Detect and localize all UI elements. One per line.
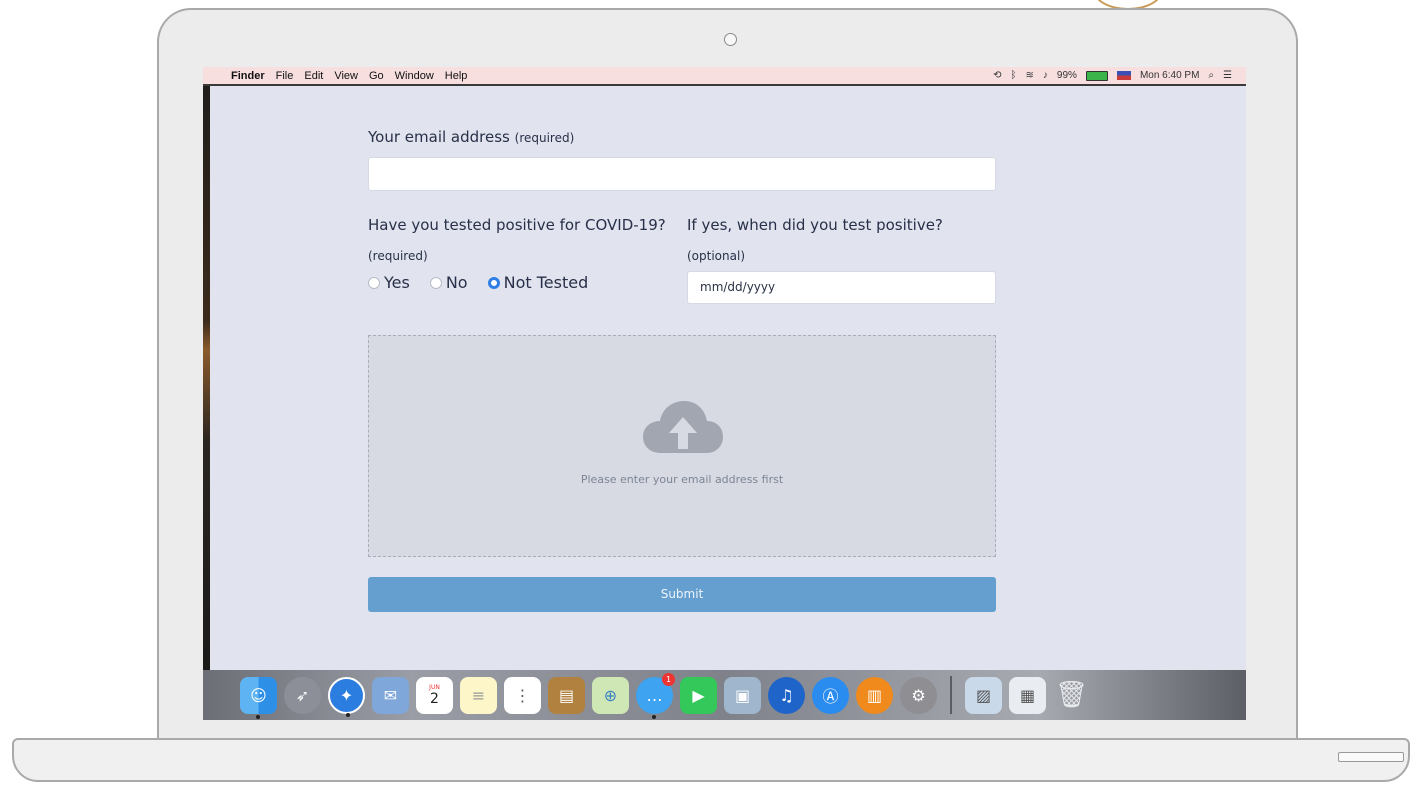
battery-icon[interactable]: [1085, 70, 1108, 81]
menu-go[interactable]: Go: [369, 70, 384, 82]
menu-bar: Finder File Edit View Go Window Help ⟲ ᛒ…: [203, 67, 1246, 84]
radio-yes-circle[interactable]: [368, 276, 380, 289]
radio-not-tested[interactable]: Not Tested: [487, 273, 589, 292]
clock[interactable]: Mon 6:40 PM: [1140, 70, 1199, 81]
menu-edit[interactable]: Edit: [304, 70, 323, 82]
camera-icon: [724, 33, 737, 46]
photos-icon[interactable]: ▨: [965, 676, 1002, 714]
menu-help[interactable]: Help: [445, 70, 468, 82]
screenshot-icon[interactable]: ▦: [1009, 676, 1046, 714]
email-required-note: (required): [514, 131, 575, 145]
system-preferences-icon[interactable]: ⚙: [900, 676, 937, 714]
bluetooth-icon[interactable]: ᛒ: [1011, 70, 1017, 81]
laptop-base: [12, 738, 1410, 782]
wifi-icon[interactable]: ≋: [1026, 70, 1034, 81]
date-optional-note: (optional): [687, 249, 745, 263]
upload-form: Your email address (required) Have you t…: [368, 128, 996, 612]
radio-no-label[interactable]: No: [446, 273, 468, 292]
menu-file[interactable]: File: [276, 70, 294, 82]
radio-yes[interactable]: Yes: [368, 273, 410, 292]
messages-badge: 1: [662, 672, 675, 686]
ibooks-icon[interactable]: ▥: [856, 676, 893, 714]
finder-icon[interactable]: ☺: [240, 676, 277, 719]
menu-view[interactable]: View: [334, 70, 358, 82]
calendar-day: 2: [430, 690, 439, 707]
app-store-icon[interactable]: Ⓐ: [812, 676, 849, 714]
radio-not-tested-label[interactable]: Not Tested: [504, 273, 589, 292]
email-field[interactable]: [368, 157, 996, 191]
date-question-text: If yes, when did you test positive?: [687, 216, 943, 234]
contacts-icon[interactable]: ▤: [548, 676, 585, 714]
volume-icon[interactable]: ♪: [1043, 70, 1048, 81]
menu-finder[interactable]: Finder: [231, 70, 265, 82]
desktop-wallpaper-edge: [203, 80, 210, 680]
dock-separator: [950, 676, 952, 714]
covid-required-note: (required): [368, 249, 428, 263]
cloud-upload-icon: [643, 401, 723, 453]
itunes-icon[interactable]: ♫: [768, 676, 805, 714]
covid-question: Have you tested positive for COVID-19? (…: [368, 210, 678, 271]
radio-not-tested-circle[interactable]: [487, 276, 500, 289]
calendar-month: JUN: [429, 683, 440, 691]
notes-icon[interactable]: ≡: [460, 676, 497, 714]
upload-hint: Please enter your email address first: [580, 473, 784, 486]
messages-icon[interactable]: … 1: [636, 672, 675, 719]
time-machine-icon[interactable]: ⟲: [993, 70, 1001, 81]
mail-icon[interactable]: ✉: [372, 676, 409, 714]
notification-center-icon[interactable]: ☰: [1223, 70, 1232, 81]
status-area: ⟲ ᛒ ≋ ♪ 99% Mon 6:40 PM ⌕ ☰: [993, 70, 1232, 81]
trash-icon[interactable]: 🗑: [1053, 677, 1090, 714]
covid-radio-group: Yes No Not Tested: [368, 273, 608, 292]
radio-no[interactable]: No: [429, 273, 468, 292]
battery-percent: 99%: [1056, 70, 1077, 81]
flag-icon[interactable]: [1116, 71, 1131, 80]
upload-dropzone[interactable]: Please enter your email address first: [368, 335, 996, 557]
submit-button[interactable]: Submit: [368, 577, 996, 612]
radio-yes-label[interactable]: Yes: [384, 273, 410, 292]
preview-icon[interactable]: ▣: [724, 676, 761, 714]
reminders-icon[interactable]: ⋮: [504, 676, 541, 714]
menu-window[interactable]: Window: [395, 70, 434, 82]
date-question: If yes, when did you test positive? (opt…: [687, 210, 996, 271]
laptop-notch: [1338, 752, 1404, 762]
maps-icon[interactable]: ⊕: [592, 676, 629, 714]
calendar-icon[interactable]: JUN 2: [416, 676, 453, 714]
covid-question-text: Have you tested positive for COVID-19?: [368, 216, 666, 234]
radio-no-circle[interactable]: [429, 276, 442, 289]
date-field[interactable]: mm/dd/yyyy: [687, 271, 996, 304]
spotlight-icon[interactable]: ⌕: [1208, 70, 1214, 81]
launchpad-icon[interactable]: ➶: [284, 676, 321, 714]
email-label-text: Your email address: [368, 128, 510, 146]
email-label: Your email address (required): [368, 128, 996, 146]
dock: ☺ ➶ ✦ ✉ JUN 2 ≡ ⋮ ▤ ⊕ … 1 ▶ ▣ ♫ Ⓐ ▥ ⚙ ▨ ▦…: [240, 672, 1090, 719]
facetime-icon[interactable]: ▶: [680, 676, 717, 714]
menu-bar-shadow: [203, 84, 1246, 86]
safari-icon[interactable]: ✦: [328, 676, 365, 717]
